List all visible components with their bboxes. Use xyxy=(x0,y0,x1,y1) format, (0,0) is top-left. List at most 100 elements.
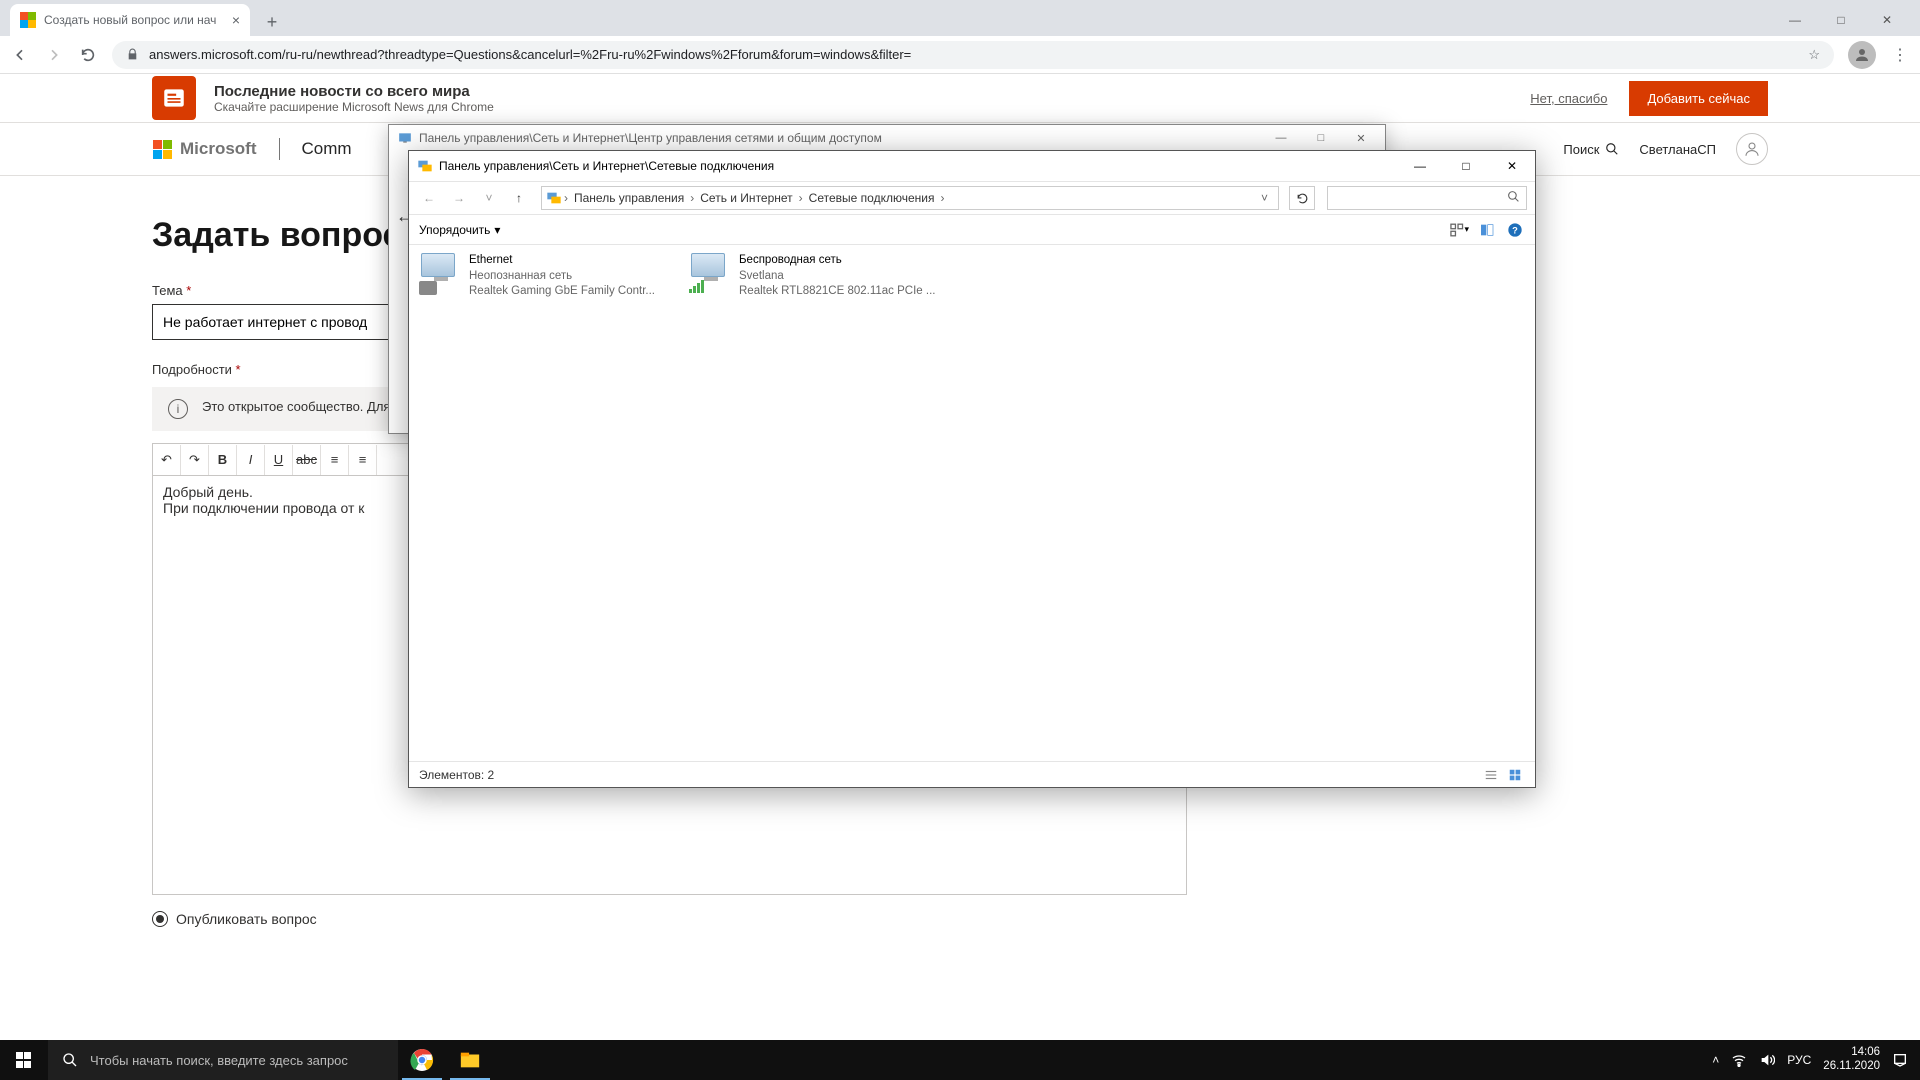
username[interactable]: СветланаСП xyxy=(1639,142,1716,157)
browser-forward-button[interactable] xyxy=(44,45,64,65)
exp-minimize-button[interactable]: — xyxy=(1397,152,1443,180)
conn-name: Беспроводная сеть xyxy=(739,253,935,269)
new-tab-button[interactable]: + xyxy=(258,8,286,36)
chevron-down-icon: ▾ xyxy=(494,223,500,237)
align-left-button[interactable]: ≡ xyxy=(321,445,349,475)
control-panel-icon xyxy=(397,130,413,146)
exp-forward-button[interactable]: → xyxy=(447,191,471,205)
crumb-dropdown[interactable]: ˅ xyxy=(1255,191,1274,205)
exp-recent-button[interactable]: ˅ xyxy=(477,191,501,205)
align-center-button[interactable]: ≡ xyxy=(349,445,377,475)
bg-close-button[interactable]: ✕ xyxy=(1341,126,1381,150)
news-title: Последние новости со всего мира xyxy=(214,83,494,100)
tab-close-icon[interactable]: × xyxy=(232,12,240,28)
exp-back-button[interactable]: ← xyxy=(417,191,441,205)
conn-status: Svetlana xyxy=(739,269,935,285)
breadcrumb[interactable]: › Панель управления › Сеть и Интернет › … xyxy=(541,186,1279,210)
bg-maximize-button[interactable]: □ xyxy=(1301,126,1341,150)
underline-button[interactable]: U xyxy=(265,445,293,475)
publish-label: Опубликовать вопрос xyxy=(176,911,317,927)
conn-device: Realtek RTL8821CE 802.11ac PCIe ... xyxy=(739,284,935,300)
system-tray: ˄ РУС 14:06 26.11.2020 xyxy=(1700,1046,1920,1074)
taskbar-chrome[interactable] xyxy=(398,1040,446,1080)
crumb-1[interactable]: Сеть и Интернет xyxy=(696,191,796,205)
bg-minimize-button[interactable]: — xyxy=(1261,126,1301,150)
bg-window-titlebar[interactable]: Панель управления\Сеть и Интернет\Центр … xyxy=(389,125,1385,151)
conn-name: Ethernet xyxy=(469,253,655,269)
address-bar[interactable]: answers.microsoft.com/ru-ru/newthread?th… xyxy=(112,41,1834,69)
chrome-menu-button[interactable]: ⋮ xyxy=(1890,45,1910,65)
chrome-minimize-button[interactable]: — xyxy=(1772,4,1818,36)
exp-nav-bar: ← → ˅ ↑ › Панель управления › Сеть и Инт… xyxy=(409,181,1535,215)
header-search[interactable]: Поиск xyxy=(1563,142,1619,157)
exp-search-input[interactable] xyxy=(1327,186,1527,210)
windows-logo-icon xyxy=(16,1052,32,1068)
news-add-button[interactable]: Добавить сейчас xyxy=(1629,81,1768,116)
svg-text:?: ? xyxy=(1512,225,1518,235)
organize-button[interactable]: Упорядочить ▾ xyxy=(419,223,500,237)
bold-button[interactable]: B xyxy=(209,445,237,475)
publish-radio[interactable]: Опубликовать вопрос xyxy=(152,911,1768,927)
strike-button[interactable]: abc xyxy=(293,445,321,475)
divider xyxy=(279,138,280,160)
breadcrumb-icon xyxy=(546,190,562,206)
taskbar-clock[interactable]: 14:06 26.11.2020 xyxy=(1823,1046,1880,1074)
search-icon xyxy=(1605,142,1619,156)
taskbar-explorer[interactable] xyxy=(446,1040,494,1080)
browser-tab[interactable]: Создать новый вопрос или нач × xyxy=(10,4,250,36)
browser-tab-strip: Создать новый вопрос или нач × + — □ ✕ xyxy=(0,0,1920,36)
exp-up-button[interactable]: ↑ xyxy=(507,191,531,205)
refresh-button[interactable] xyxy=(1289,186,1315,210)
chrome-maximize-button[interactable]: □ xyxy=(1818,4,1864,36)
connection-wifi[interactable]: Беспроводная сеть Svetlana Realtek RTL88… xyxy=(691,253,941,300)
exp-status-bar: Элементов: 2 xyxy=(409,761,1535,787)
crumb-0[interactable]: Панель управления xyxy=(570,191,688,205)
undo-button[interactable]: ↶ xyxy=(153,445,181,475)
search-icon xyxy=(1507,190,1520,206)
conn-status: Неопознанная сеть xyxy=(469,269,655,285)
window-controls: — □ ✕ xyxy=(1772,4,1910,36)
taskbar: Чтобы начать поиск, введите здесь запрос… xyxy=(0,1040,1920,1080)
taskbar-search[interactable]: Чтобы начать поиск, введите здесь запрос xyxy=(48,1040,398,1080)
view-tiles-button[interactable] xyxy=(1505,765,1525,785)
volume-tray-icon[interactable] xyxy=(1759,1052,1775,1068)
exp-close-button[interactable]: ✕ xyxy=(1489,152,1535,180)
crumb-2[interactable]: Сетевые подключения xyxy=(805,191,939,205)
wifi-tray-icon[interactable] xyxy=(1731,1052,1747,1068)
language-indicator[interactable]: РУС xyxy=(1787,1053,1811,1067)
browser-back-button[interactable] xyxy=(10,45,30,65)
tray-chevron-icon[interactable]: ˄ xyxy=(1712,1053,1719,1067)
network-connections-icon xyxy=(417,158,433,174)
exp-titlebar[interactable]: Панель управления\Сеть и Интернет\Сетевы… xyxy=(409,151,1535,181)
news-subtitle: Скачайте расширение Microsoft News для C… xyxy=(214,100,494,114)
news-app-icon xyxy=(152,76,196,120)
preview-pane-button[interactable] xyxy=(1477,220,1497,240)
search-icon xyxy=(62,1052,78,1068)
start-button[interactable] xyxy=(0,1040,48,1080)
exp-maximize-button[interactable]: □ xyxy=(1443,152,1489,180)
community-link[interactable]: Comm xyxy=(302,139,352,159)
bookmark-star-icon[interactable]: ☆ xyxy=(1808,47,1820,63)
chrome-close-button[interactable]: ✕ xyxy=(1864,4,1910,36)
exp-title: Панель управления\Сеть и Интернет\Сетевы… xyxy=(439,159,774,173)
notifications-tray-icon[interactable] xyxy=(1892,1052,1908,1068)
redo-button[interactable]: ↷ xyxy=(181,445,209,475)
ms-favicon xyxy=(20,12,36,28)
italic-button[interactable]: I xyxy=(237,445,265,475)
browser-reload-button[interactable] xyxy=(78,45,98,65)
view-details-button[interactable] xyxy=(1481,765,1501,785)
tab-title: Создать новый вопрос или нач xyxy=(44,13,224,27)
news-text: Последние новости со всего мира Скачайте… xyxy=(214,83,494,114)
wifi-icon xyxy=(691,253,731,293)
news-dismiss-link[interactable]: Нет, спасибо xyxy=(1530,91,1607,106)
network-connections-window: Панель управления\Сеть и Интернет\Сетевы… xyxy=(408,150,1536,788)
help-button[interactable]: ? xyxy=(1505,220,1525,240)
lock-icon xyxy=(126,48,139,61)
item-count: Элементов: 2 xyxy=(419,768,494,782)
connection-ethernet[interactable]: Ethernet Неопознанная сеть Realtek Gamin… xyxy=(421,253,671,300)
user-avatar[interactable] xyxy=(1736,133,1768,165)
news-extension-banner: Последние новости со всего мира Скачайте… xyxy=(0,74,1920,122)
view-options-button[interactable]: ▾ xyxy=(1449,220,1469,240)
chrome-profile-button[interactable] xyxy=(1848,41,1876,69)
ms-logo[interactable]: Microsoft xyxy=(152,139,257,159)
